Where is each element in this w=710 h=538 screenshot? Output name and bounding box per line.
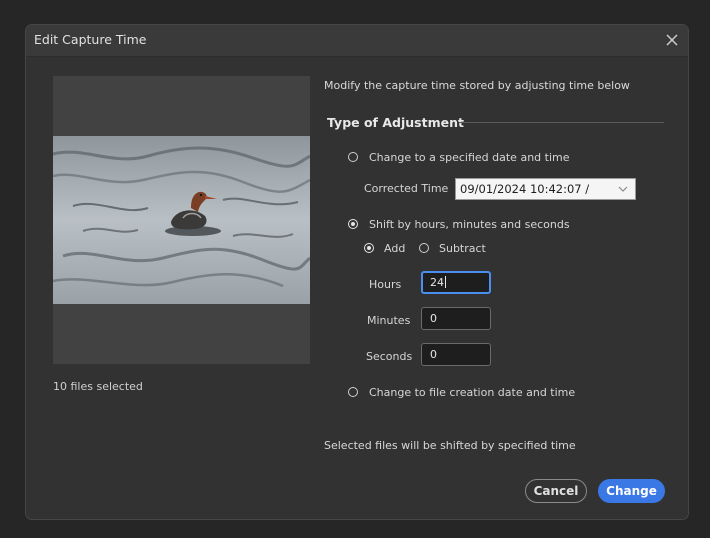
add-label: Add [384, 242, 406, 255]
hours-label: Hours [369, 278, 402, 291]
seconds-value: 0 [430, 348, 437, 361]
radio-specified-date[interactable] [348, 152, 358, 162]
corrected-time-value: 09/01/2024 10:42:07 / [460, 182, 590, 196]
corrected-time-field[interactable]: 09/01/2024 10:42:07 / [455, 178, 636, 200]
chevron-down-icon[interactable] [618, 185, 628, 193]
option-file-creation-label: Change to file creation date and time [369, 386, 576, 399]
close-icon[interactable] [662, 30, 682, 50]
corrected-time-label: Corrected Time [364, 182, 449, 195]
minutes-label: Minutes [367, 314, 411, 327]
section-divider [459, 122, 664, 123]
change-button[interactable]: Change [598, 479, 665, 503]
radio-file-creation[interactable] [348, 387, 358, 397]
seconds-input[interactable]: 0 [421, 343, 491, 366]
minutes-input[interactable]: 0 [421, 307, 491, 330]
summary-text: Selected files will be shifted by specif… [324, 439, 576, 452]
edit-capture-time-dialog: Edit Capture Time 10 files selected Modi… [25, 24, 689, 520]
dialog-title: Edit Capture Time [34, 32, 147, 47]
section-title: Type of Adjustment [327, 115, 464, 130]
cancel-button[interactable]: Cancel [525, 479, 587, 503]
seconds-label: Seconds [366, 350, 413, 363]
description-text: Modify the capture time stored by adjust… [324, 79, 630, 92]
minutes-value: 0 [430, 312, 437, 325]
photo-preview [53, 76, 310, 364]
subtract-label: Subtract [439, 242, 486, 255]
photo-thumbnail [53, 136, 310, 304]
radio-shift-time[interactable] [348, 219, 358, 229]
hours-value: 24 [430, 276, 444, 289]
radio-subtract[interactable] [419, 243, 429, 253]
radio-add[interactable] [364, 243, 374, 253]
option-specified-label: Change to a specified date and time [369, 151, 570, 164]
option-shift-label: Shift by hours, minutes and seconds [369, 218, 570, 231]
text-caret [445, 276, 446, 288]
dialog-titlebar: Edit Capture Time [26, 25, 688, 57]
files-selected-count: 10 files selected [53, 380, 143, 393]
hours-input[interactable]: 24 [421, 271, 491, 294]
